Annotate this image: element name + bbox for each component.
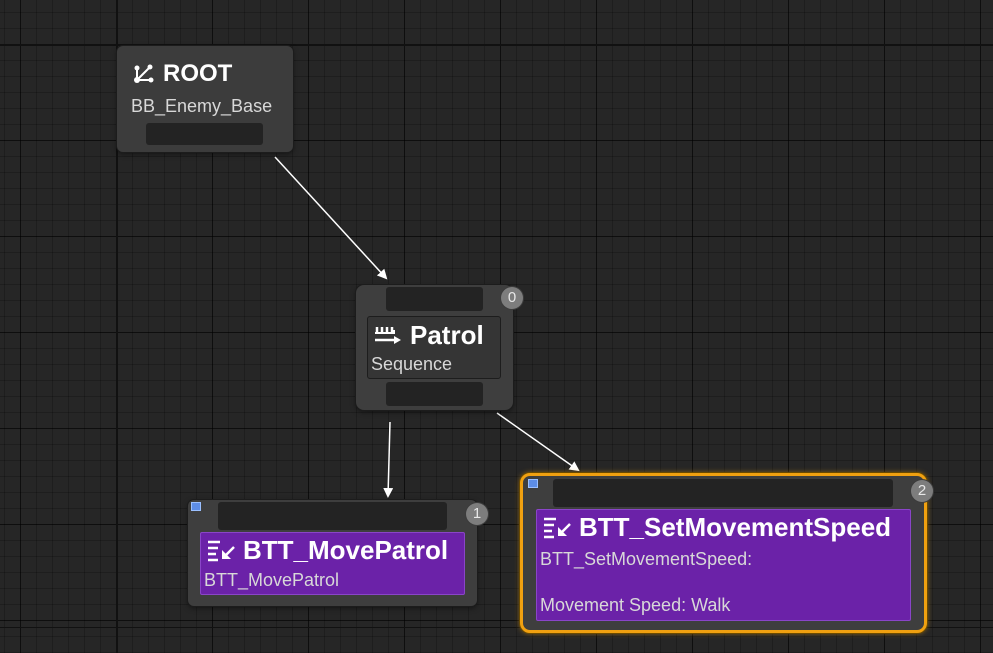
patrol-title: Patrol (410, 320, 484, 350)
root-node[interactable]: ROOT BB_Enemy_Base (117, 46, 293, 152)
patrol-output-pin[interactable] (386, 382, 483, 406)
blueprint-marker-icon (528, 479, 538, 488)
root-title: ROOT (163, 60, 233, 87)
move-patrol-title: BTT_MovePatrol (243, 535, 449, 565)
wire-root-to-patrol (274, 156, 388, 280)
set-speed-execution-index-badge: 2 (911, 480, 933, 502)
move-patrol-description: BTT_MovePatrol (204, 570, 340, 590)
task-icon (205, 540, 237, 562)
set-speed-input-pin[interactable] (553, 479, 893, 507)
root-output-pin[interactable] (146, 123, 263, 145)
patrol-body: Patrol Sequence (367, 316, 501, 379)
set-speed-description-line2: Movement Speed: Walk (540, 595, 731, 615)
patrol-input-pin[interactable] (386, 287, 483, 311)
patrol-sequence-node[interactable]: Patrol Sequence 0 (356, 285, 523, 410)
move-patrol-body: BTT_MovePatrol BTT_MovePatrol (200, 532, 465, 595)
root-tree-icon (131, 63, 157, 85)
set-speed-description-line1: BTT_SetMovementSpeed: (540, 549, 753, 569)
move-patrol-input-pin[interactable] (218, 502, 447, 530)
patrol-execution-index-badge: 0 (501, 287, 523, 309)
move-patrol-task-node[interactable]: BTT_MovePatrol BTT_MovePatrol 1 (188, 500, 488, 606)
move-patrol-execution-index-badge: 1 (466, 503, 488, 525)
blueprint-marker-icon (191, 502, 201, 511)
patrol-type-label: Sequence (371, 354, 453, 374)
sequence-icon (372, 325, 404, 347)
set-movement-speed-task-node[interactable]: BTT_SetMovementSpeed BTT_SetMovementSpee… (520, 473, 933, 633)
task-icon (541, 517, 573, 539)
root-blackboard-label: BB_Enemy_Base (131, 96, 273, 116)
set-speed-body: BTT_SetMovementSpeed BTT_SetMovementSpee… (536, 509, 911, 621)
wire-patrol-to-movepatrol (383, 421, 394, 498)
set-speed-title: BTT_SetMovementSpeed (579, 512, 892, 542)
wire-patrol-to-setmovementspeed (496, 412, 580, 472)
